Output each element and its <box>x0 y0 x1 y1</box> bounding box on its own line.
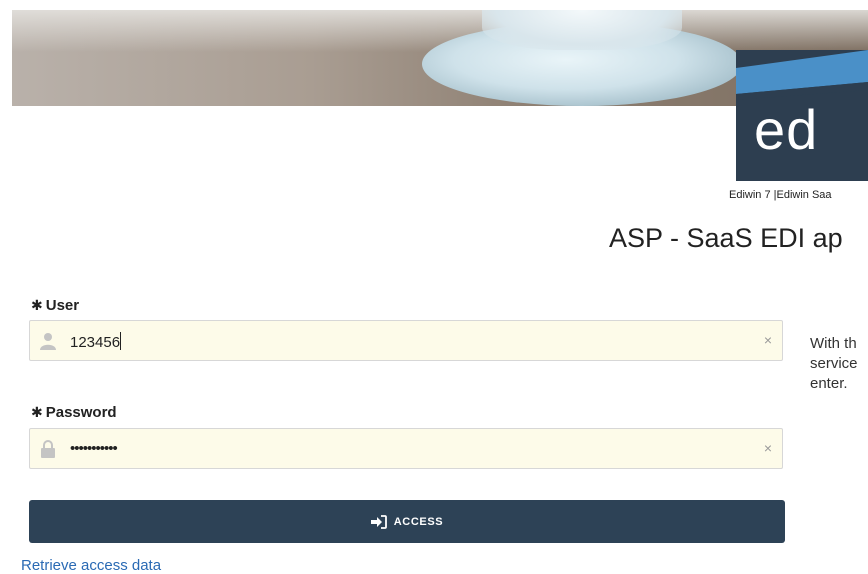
retrieve-access-link[interactable]: Retrieve access data <box>21 557 161 574</box>
user-label-text: User <box>45 297 80 314</box>
access-button-label: ACCESS <box>393 515 444 528</box>
side-description: With th service enter. <box>810 334 868 394</box>
user-icon <box>40 333 56 350</box>
side-text-line: With th <box>810 335 857 352</box>
required-mark: ✱ <box>31 404 43 420</box>
product-line: Ediwin 7 |Ediwin Saa <box>729 189 832 201</box>
brand-logo: ed <box>736 50 868 181</box>
banner-cup <box>482 10 682 50</box>
password-clear-icon[interactable]: × <box>764 440 772 456</box>
side-text-line: service <box>810 355 858 372</box>
required-mark: ✱ <box>31 297 43 313</box>
logo-text: ed <box>754 98 819 161</box>
password-value: ••••••••••• <box>70 440 118 457</box>
user-input[interactable]: 123456 × <box>29 320 783 361</box>
user-clear-icon[interactable]: × <box>764 332 772 348</box>
page-headline: ASP - SaaS EDI ap <box>609 223 843 253</box>
text-caret <box>120 332 122 350</box>
password-label: ✱ Password <box>31 404 117 421</box>
user-value: 123456 <box>70 332 122 351</box>
password-input[interactable]: ••••••••••• × <box>29 428 783 469</box>
side-text-line: enter. <box>810 375 848 392</box>
password-label-text: Password <box>45 404 117 421</box>
lock-icon <box>41 440 55 458</box>
user-label: ✱ User <box>31 297 79 314</box>
sign-in-icon <box>370 514 387 529</box>
access-button[interactable]: ACCESS <box>29 500 785 543</box>
